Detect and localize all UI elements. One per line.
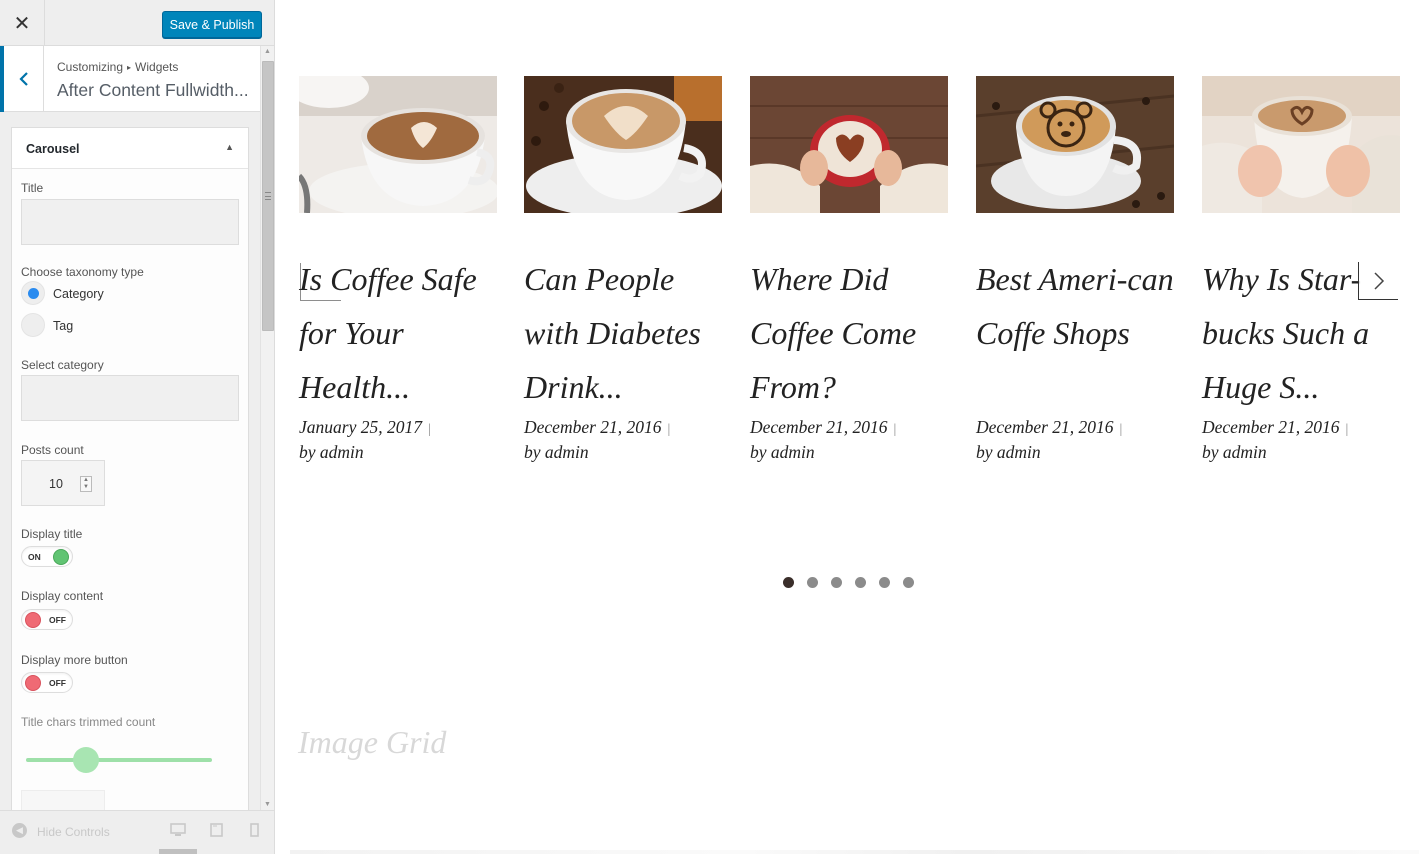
meta-separator: | [1119, 422, 1123, 437]
display-content-label: Display content [21, 589, 104, 603]
title-trim-slider-track[interactable] [26, 758, 212, 762]
category-select[interactable] [21, 375, 239, 421]
carousel-dot[interactable] [783, 577, 794, 588]
post-author[interactable]: by admin [1202, 442, 1267, 462]
post-date[interactable]: December 21, 2016 [1202, 417, 1340, 437]
radio-tag[interactable] [21, 313, 45, 337]
widget-header[interactable]: Carousel ▲ [12, 128, 248, 169]
posts-count-value: 10 [49, 477, 63, 491]
title-input[interactable] [21, 199, 239, 245]
back-button[interactable] [0, 46, 44, 112]
toggle-state-text: OFF [49, 615, 66, 625]
toggle-state-text: OFF [49, 678, 66, 688]
toggle-knob [25, 612, 41, 628]
posts-count-input[interactable]: 10 ▲ ▼ [21, 460, 105, 506]
display-title-toggle[interactable]: ON [21, 546, 73, 567]
breadcrumb-root: Customizing [57, 60, 124, 74]
posts-count-label: Posts count [21, 443, 84, 457]
post-meta: January 25, 2017 | by admin [299, 416, 499, 464]
meta-separator: | [893, 422, 897, 437]
widget-name: Carousel [26, 142, 80, 156]
title-trim-label: Title chars trimmed count [21, 715, 156, 729]
grip-icon [265, 192, 271, 200]
radio-category[interactable] [21, 281, 45, 305]
post-meta: December 21, 2016 | by admin [524, 416, 724, 464]
post-thumbnail[interactable] [1202, 76, 1400, 213]
post-date[interactable]: December 21, 2016 [524, 417, 662, 437]
carousel-dot[interactable] [855, 577, 866, 588]
breadcrumb: Customizing ▸ Widgets [57, 60, 178, 74]
scroll-up-icon[interactable]: ▲ [264, 48, 271, 55]
section-title: After Content Fullwidth... [57, 80, 249, 100]
toggle-knob [53, 549, 69, 565]
close-customizer-button[interactable]: ✕ [0, 0, 45, 46]
carousel-dot[interactable] [807, 577, 818, 588]
desktop-icon[interactable] [170, 823, 186, 837]
post-meta: December 21, 2016 | by admin [976, 416, 1176, 464]
post-title[interactable]: Can People with Diabetes Drink... [524, 252, 724, 414]
meta-separator: | [1345, 422, 1349, 437]
post-author[interactable]: by admin [976, 442, 1041, 462]
carousel-prev-button[interactable] [300, 263, 341, 301]
display-content-toggle[interactable]: OFF [21, 609, 73, 630]
post-title[interactable]: Where Did Coffee Come From? [750, 252, 950, 414]
customizer-footer: ◀ Hide Controls [0, 810, 274, 854]
meta-separator: | [667, 422, 671, 437]
carousel-dot[interactable] [879, 577, 890, 588]
hide-controls-button[interactable]: Hide Controls [37, 825, 110, 839]
spinner-icon[interactable]: ▲ ▼ [80, 476, 92, 492]
mobile-icon[interactable] [250, 823, 259, 837]
carousel-pagination [783, 577, 914, 589]
post-author[interactable]: by admin [524, 442, 589, 462]
title-trim-slider-thumb[interactable] [73, 747, 99, 773]
taxonomy-label: Choose taxonomy type [21, 265, 144, 279]
customizer-sidebar: ✕ Save & Publish Customizing ▸ Widgets Aft… [0, 0, 275, 854]
collapse-arrow-icon[interactable]: ▲ [225, 142, 234, 152]
breadcrumb-separator-icon: ▸ [127, 63, 132, 72]
category-label: Select category [21, 358, 104, 372]
section-header: Customizing ▸ Widgets After Content Fullwi… [0, 46, 260, 112]
collapse-icon[interactable]: ◀ [12, 823, 27, 838]
device-active-indicator [159, 849, 197, 854]
carousel-dot[interactable] [903, 577, 914, 588]
post-author[interactable]: by admin [750, 442, 815, 462]
post-date[interactable]: December 21, 2016 [750, 417, 888, 437]
breadcrumb-child: Widgets [135, 60, 179, 74]
carousel-next-button[interactable] [1358, 262, 1398, 300]
post-date[interactable]: December 21, 2016 [976, 417, 1114, 437]
toggle-state-text: ON [28, 552, 41, 562]
post-thumbnail[interactable] [299, 76, 497, 213]
close-icon: ✕ [13, 12, 31, 35]
toggle-knob [25, 675, 41, 691]
display-more-toggle[interactable]: OFF [21, 672, 73, 693]
sidebar-scrollbar[interactable]: ▲ ▼ [260, 46, 274, 810]
post-thumbnail[interactable] [750, 76, 948, 213]
post-meta: December 21, 2016 | by admin [750, 416, 950, 464]
post-thumbnail[interactable] [524, 76, 722, 213]
radio-category-label: Category [53, 287, 104, 301]
chevron-right-icon [1373, 271, 1384, 290]
scroll-thumb[interactable] [262, 61, 274, 331]
display-title-label: Display title [21, 527, 83, 541]
chevron-left-icon [18, 72, 28, 86]
meta-separator: | [427, 422, 431, 437]
post-date[interactable]: January 25, 2017 [299, 417, 422, 437]
carousel-dot[interactable] [831, 577, 842, 588]
display-more-label: Display more button [21, 653, 128, 667]
customizer-header: ✕ Save & Publish [0, 0, 274, 46]
carousel-widget-panel: Carousel ▲ Title Choose taxonomy type Ca… [11, 127, 249, 847]
radio-tag-label: Tag [53, 319, 74, 333]
title-label: Title [21, 181, 44, 195]
post-title[interactable]: Best Ameri-can Coffe Shops [976, 252, 1176, 360]
post-author[interactable]: by admin [299, 442, 364, 462]
post-thumbnail[interactable] [976, 76, 1174, 213]
save-publish-button[interactable]: Save & Publish [162, 11, 262, 38]
scroll-down-icon[interactable]: ▼ [264, 801, 271, 808]
post-meta: December 21, 2016 | by admin [1202, 416, 1402, 464]
section-heading-image-grid: Image Grid [298, 724, 447, 760]
tablet-icon[interactable] [210, 823, 223, 837]
preview-bottom-strip [290, 850, 1419, 854]
